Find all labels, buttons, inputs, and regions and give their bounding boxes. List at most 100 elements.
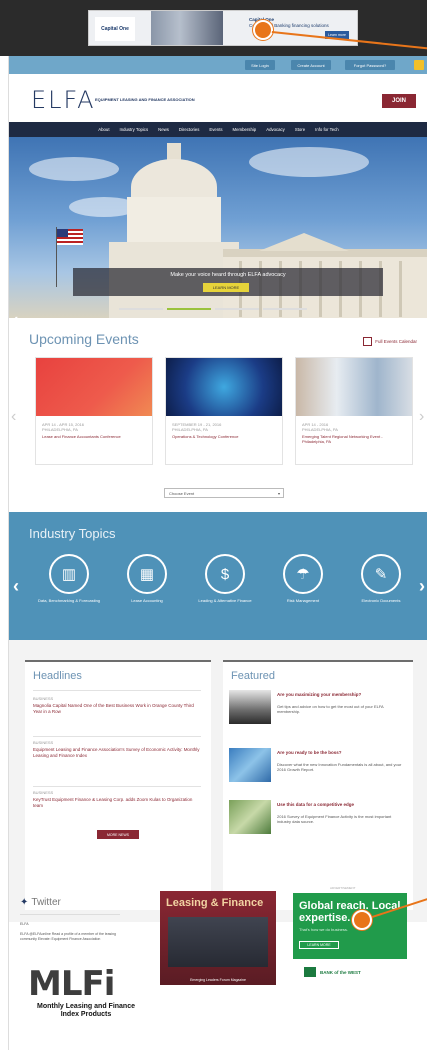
- featured-panel: Featured Are you maximizing your members…: [223, 660, 413, 910]
- topic-electronic-documents[interactable]: ✎ Electronic Documents: [349, 554, 413, 603]
- event-card[interactable]: APR 14 - APR 15, 2016 PHILADELPHIA, PA Le…: [35, 357, 153, 465]
- featured-item[interactable]: Use this data for a competitive edge 201…: [229, 800, 405, 840]
- event-card[interactable]: SEPTEMBER 19 - 21, 2016 PHILADELPHIA, PA …: [165, 357, 283, 465]
- event-date: SEPTEMBER 19 - 21, 2016 PHILADELPHIA, PA: [172, 422, 222, 432]
- featured-item[interactable]: Are you maximizing your membership? Get …: [229, 690, 405, 730]
- event-name[interactable]: Emerging Talent Regional Networking Even…: [302, 434, 406, 444]
- rss-icon[interactable]: [414, 60, 424, 70]
- events-select[interactable]: Choose Event ▾: [164, 488, 284, 498]
- capital-one-ad[interactable]: Capital One Capital One Commercial Banki…: [88, 10, 358, 46]
- bank-of-the-west-ad[interactable]: Global reach. Local expertise. That's ho…: [293, 893, 407, 959]
- event-card[interactable]: APR 14 - 2016 PHILADELPHIA, PA Emerging T…: [295, 357, 413, 465]
- hero-prev-arrow[interactable]: ‹: [13, 311, 18, 329]
- headline-category: BUSINESS: [33, 696, 54, 701]
- headline-text[interactable]: KeyTrust Equipment Finance & Leasing Cor…: [33, 797, 201, 809]
- event-name[interactable]: Operations & Technology Conference: [172, 434, 276, 439]
- click-indicator-top: [253, 20, 273, 40]
- calendar-icon: [363, 337, 373, 346]
- nav-membership[interactable]: Membership: [233, 127, 257, 132]
- featured-item-title[interactable]: Use this data for a competitive edge: [277, 802, 405, 808]
- nav-industry-topics[interactable]: Industry Topics: [120, 127, 149, 132]
- nav-info-for-tech[interactable]: Info for Tech: [315, 127, 339, 132]
- headline-text[interactable]: Equipment Leasing and Finance Associatio…: [33, 747, 201, 759]
- header: ELFA EQUIPMENT LEASING AND FINANCE ASSOC…: [9, 74, 427, 122]
- tweet-handle[interactable]: ELFA: [20, 922, 130, 927]
- click-indicator-bottom: [352, 910, 372, 930]
- magazine-ad[interactable]: Leasing & Finance Emerging Leaders Forum…: [160, 891, 276, 985]
- nav-advocacy[interactable]: Advocacy: [266, 127, 285, 132]
- topics-prev-arrow[interactable]: ‹: [13, 576, 19, 597]
- featured-image: [229, 800, 271, 834]
- topic-label: Lease Accounting: [131, 598, 163, 603]
- capitol-pediment: [259, 233, 349, 251]
- headline-item[interactable]: BUSINESS Magnolia Capital Named One of t…: [33, 696, 201, 715]
- featured-item-desc: Get tips and advice on how to get the mo…: [277, 704, 384, 714]
- headline-item[interactable]: BUSINESS Equipment Leasing and Finance A…: [33, 740, 201, 759]
- hero-pagination: [119, 308, 307, 310]
- forgot-password-button[interactable]: Forgot Password?: [345, 60, 395, 70]
- headline-item[interactable]: BUSINESS KeyTrust Equipment Finance & Le…: [33, 790, 201, 809]
- event-image: [166, 358, 282, 416]
- more-news-button[interactable]: MORE NEWS: [97, 830, 139, 839]
- topic-lease-accounting[interactable]: ▦ Lease Accounting: [115, 554, 179, 603]
- elfa-logo[interactable]: ELFA: [31, 86, 96, 114]
- featured-image: [229, 748, 271, 782]
- bank-logo-icon: [304, 967, 316, 977]
- nav-events[interactable]: Events: [209, 127, 222, 132]
- divider: [33, 736, 201, 737]
- topic-risk-management[interactable]: ☂ Risk Management: [271, 554, 335, 603]
- advertisement-label: ADVERTISEMENT: [330, 886, 356, 890]
- headline-text[interactable]: Magnolia Capital Named One of the Best B…: [33, 703, 201, 715]
- mlfi-logo[interactable]: MLFi: [28, 964, 115, 1004]
- featured-item-title[interactable]: Are you maximizing your membership?: [277, 692, 405, 698]
- hero-learn-more-button[interactable]: LEARN MORE: [203, 283, 249, 292]
- topic-label: Leading & Alternative Finance: [198, 598, 252, 603]
- site-login-button[interactable]: Site Login: [245, 60, 275, 70]
- events-calendar-label: Full Events Calendar: [375, 339, 417, 344]
- topic-data-benchmarking[interactable]: ▥ Data, Benchmarking & Forecasting: [37, 554, 101, 603]
- capital-one-logo: Capital One: [95, 17, 135, 41]
- event-name[interactable]: Lease and Finance Accountants Conference: [42, 434, 146, 439]
- capitol-drum: [127, 197, 221, 247]
- featured-item-title[interactable]: Are you ready to be the boss?: [277, 750, 405, 756]
- create-account-button[interactable]: Create Account: [291, 60, 331, 70]
- event-date: APR 14 - APR 15, 2016 PHILADELPHIA, PA: [42, 422, 85, 432]
- nav-news[interactable]: News: [158, 127, 169, 132]
- topics-title: Industry Topics: [29, 526, 116, 541]
- industry-topics: Industry Topics ‹ › ▥ Data, Benchmarking…: [9, 512, 427, 640]
- headline-category: BUSINESS: [33, 740, 54, 745]
- bar-chart-icon: ▥: [49, 554, 89, 594]
- hero-dot[interactable]: [119, 308, 163, 310]
- divider: [33, 690, 201, 691]
- headlines-panel: Headlines BUSINESS Magnolia Capital Name…: [25, 660, 211, 910]
- flag-canton: [57, 229, 68, 237]
- topic-alternative-finance[interactable]: $ Leading & Alternative Finance: [193, 554, 257, 603]
- money-icon: $: [205, 554, 245, 594]
- events-calendar-link[interactable]: Full Events Calendar: [363, 337, 417, 346]
- featured-item-desc: 2016 Survey of Equipment Finance Activit…: [277, 814, 392, 824]
- twitter-title: Twitter: [31, 897, 61, 908]
- hero-dot[interactable]: [263, 308, 307, 310]
- mlfi-subtitle[interactable]: Monthly Leasing and Finance Index Produc…: [30, 1003, 142, 1019]
- bnp-learn-more-button[interactable]: LEARN MORE: [299, 941, 339, 949]
- document-icon: ✎: [361, 554, 401, 594]
- ad-photo: [151, 11, 223, 45]
- featured-title: Featured: [231, 670, 276, 682]
- logo-subtitle: EQUIPMENT LEASING AND FINANCE ASSOCIATIO…: [95, 97, 195, 102]
- hero-dot-active[interactable]: [167, 308, 211, 310]
- hero-dot[interactable]: [215, 308, 259, 310]
- events-prev-arrow[interactable]: ‹: [11, 408, 16, 426]
- topic-label: Electronic Documents: [361, 598, 401, 603]
- join-button[interactable]: JOIN: [382, 94, 416, 108]
- cloud: [249, 147, 369, 177]
- twitter-bird-icon: ✦: [20, 897, 29, 908]
- events-next-arrow[interactable]: ›: [419, 408, 424, 426]
- utility-bar: Site Login Create Account Forgot Passwor…: [9, 56, 427, 74]
- featured-item[interactable]: Are you ready to be the boss? Discover w…: [229, 748, 405, 788]
- hero-caption: Make your voice heard through ELFA advoc…: [73, 268, 383, 296]
- nav-store[interactable]: Store: [295, 127, 305, 132]
- nav-directories[interactable]: Directories: [179, 127, 200, 132]
- divider: [33, 786, 201, 787]
- nav-about[interactable]: About: [98, 127, 109, 132]
- topics-next-arrow[interactable]: ›: [419, 576, 425, 597]
